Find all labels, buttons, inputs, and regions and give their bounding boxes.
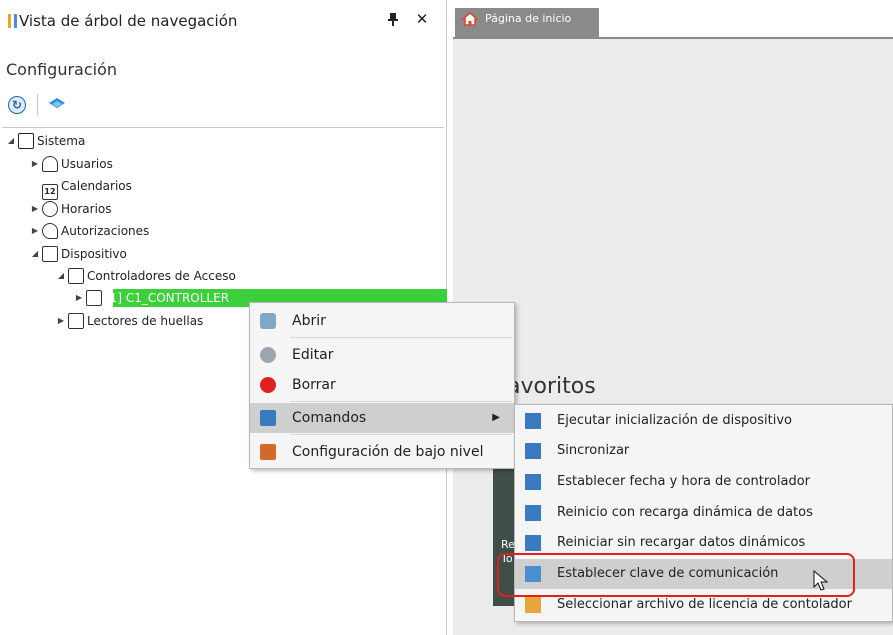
tree-node-dispositivo[interactable]: ◢ Dispositivo bbox=[30, 244, 127, 264]
menu-divider bbox=[290, 337, 512, 338]
tree-node-controladores[interactable]: ◢ Controladores de Acceso bbox=[56, 266, 236, 286]
controller-icon bbox=[68, 268, 84, 284]
section-label: Configuración bbox=[6, 60, 118, 79]
device-icon bbox=[42, 246, 58, 262]
home-icon bbox=[460, 11, 480, 26]
menu-item-editar[interactable]: Editar bbox=[250, 340, 514, 370]
restart-icon bbox=[525, 535, 541, 551]
collapse-arrow-icon[interactable]: ◢ bbox=[6, 131, 16, 151]
toolbar-divider bbox=[37, 94, 38, 116]
expand-arrow-icon[interactable]: ▶ bbox=[30, 221, 40, 241]
tree-node-sistema[interactable]: ◢ Sistema bbox=[6, 131, 85, 151]
tree-view-icon bbox=[8, 14, 17, 28]
edit-icon bbox=[260, 347, 276, 363]
pin-icon[interactable] bbox=[386, 12, 400, 28]
system-icon bbox=[18, 133, 34, 149]
license-file-icon bbox=[525, 597, 541, 613]
tree-node-usuarios[interactable]: ▶ Usuarios bbox=[30, 154, 113, 174]
init-device-icon bbox=[525, 413, 541, 429]
submenu-item-restart-reload[interactable]: Reinicio con recarga dinámica de datos bbox=[515, 498, 892, 528]
delete-icon bbox=[260, 377, 276, 393]
expand-arrow-icon[interactable]: ▶ bbox=[56, 311, 66, 331]
panel-title: Vista de árbol de navegación bbox=[8, 10, 388, 32]
close-icon[interactable]: ✕ bbox=[414, 10, 430, 28]
calendar-icon: 12 bbox=[42, 184, 58, 200]
clock-icon bbox=[42, 201, 58, 217]
highlight-annotation bbox=[497, 553, 855, 597]
menu-item-borrar[interactable]: Borrar bbox=[250, 370, 514, 400]
commands-icon bbox=[260, 410, 276, 426]
restart-reload-icon bbox=[525, 505, 541, 521]
favorites-title: avoritos bbox=[507, 374, 596, 399]
low-level-config-icon bbox=[260, 444, 276, 460]
menu-item-comandos[interactable]: Comandos ▶ bbox=[250, 403, 514, 433]
submenu-arrow-icon: ▶ bbox=[492, 412, 500, 423]
layers-button[interactable] bbox=[48, 96, 66, 112]
fingerprint-icon bbox=[68, 313, 84, 329]
controller-icon bbox=[86, 290, 102, 306]
expand-arrow-icon[interactable]: ▶ bbox=[74, 288, 84, 308]
datetime-icon bbox=[525, 474, 541, 490]
context-menu: Abrir Editar Borrar Comandos ▶ Configura… bbox=[249, 302, 515, 469]
tree-node-calendarios[interactable]: 12 Calendarios bbox=[30, 176, 132, 200]
menu-divider bbox=[290, 401, 512, 402]
key-icon bbox=[42, 223, 58, 239]
mouse-cursor-icon bbox=[812, 569, 832, 592]
tree-node-autorizaciones[interactable]: ▶ Autorizaciones bbox=[30, 221, 149, 241]
submenu-item-init-device[interactable]: Ejecutar inicialización de dispositivo bbox=[515, 406, 892, 436]
layers-icon bbox=[49, 98, 65, 108]
expand-arrow-icon[interactable]: ▶ bbox=[30, 154, 40, 174]
tree-node-lectores[interactable]: ▶ Lectores de huellas bbox=[56, 311, 203, 331]
menu-item-configuracion-bajo-nivel[interactable]: Configuración de bajo nivel bbox=[250, 437, 514, 467]
open-icon bbox=[260, 313, 276, 329]
user-icon bbox=[42, 156, 58, 172]
menu-divider bbox=[290, 434, 512, 435]
collapse-arrow-icon[interactable]: ◢ bbox=[30, 244, 40, 264]
menu-item-abrir[interactable]: Abrir bbox=[250, 306, 514, 336]
tree-node-c1-controller[interactable]: ▶ [1] C1_CONTROLLER bbox=[74, 288, 229, 308]
tree-node-horarios[interactable]: ▶ Horarios bbox=[30, 199, 112, 219]
sync-icon bbox=[525, 443, 541, 459]
submenu-item-set-datetime[interactable]: Establecer fecha y hora de controlador bbox=[515, 467, 892, 497]
refresh-button[interactable]: ↻ bbox=[8, 96, 26, 114]
expand-arrow-icon[interactable]: ▶ bbox=[30, 199, 40, 219]
collapse-arrow-icon[interactable]: ◢ bbox=[56, 266, 66, 286]
submenu-item-sync[interactable]: Sincronizar bbox=[515, 436, 892, 466]
